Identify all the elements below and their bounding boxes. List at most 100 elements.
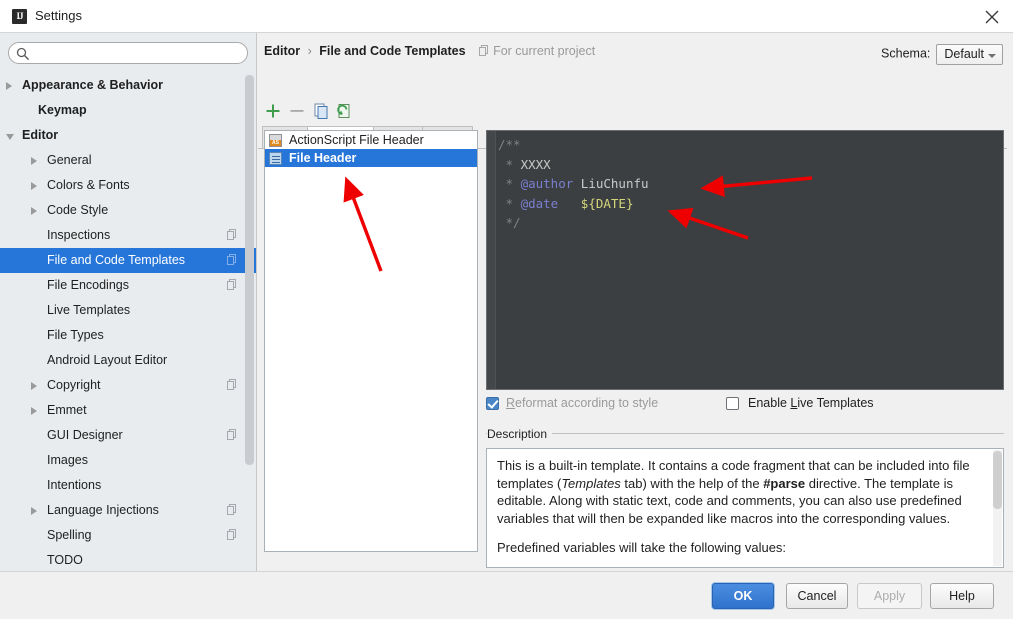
file-header-icon <box>269 152 282 165</box>
title-bar: IJ Settings <box>0 0 1013 33</box>
list-item[interactable]: File Header <box>265 149 477 167</box>
sidebar-item-label: General <box>47 153 92 167</box>
elt-rest: ive Templates <box>797 396 874 410</box>
editor-gutter <box>487 131 496 389</box>
reset-template-button[interactable] <box>333 99 357 123</box>
code-token: * <box>498 195 521 211</box>
chevron-right-icon[interactable] <box>31 157 37 165</box>
window-title: Settings <box>35 8 82 23</box>
chevron-right-icon[interactable] <box>31 382 37 390</box>
sidebar-item-copyright[interactable]: Copyright <box>0 373 256 398</box>
actionscript-file-icon: AS <box>269 134 282 147</box>
sidebar-item-code-style[interactable]: Code Style <box>0 198 256 223</box>
chevron-right-icon[interactable] <box>6 82 12 90</box>
code-token: ${DATE} <box>580 195 634 211</box>
sidebar-item-inspections[interactable]: Inspections <box>0 223 256 248</box>
description-title: Description <box>487 427 553 441</box>
code-line: * XXXX <box>498 155 999 175</box>
sidebar-item-android-layout-editor[interactable]: Android Layout Editor <box>0 348 256 373</box>
search-icon <box>16 47 30 64</box>
sidebar-item-appearance-behavior[interactable]: Appearance & Behavior <box>0 73 256 98</box>
description-paragraph: This is a built-in template. It contains… <box>497 458 970 526</box>
schema-dropdown[interactable]: Default <box>936 44 1003 65</box>
cancel-button[interactable]: Cancel <box>786 583 848 609</box>
sidebar-item-keymap[interactable]: Keymap <box>0 98 256 123</box>
sidebar-item-label: Emmet <box>47 403 87 417</box>
code-token: * <box>498 156 521 172</box>
sidebar-item-label: Colors & Fonts <box>47 178 130 192</box>
sidebar-item-file-encodings[interactable]: File Encodings <box>0 273 256 298</box>
template-code-editor[interactable]: /** * XXXX * @author LiuChunfu * @date $… <box>486 130 1004 390</box>
schema-label: Schema: <box>881 46 931 61</box>
sidebar-item-label: Code Style <box>47 203 109 217</box>
sidebar-item-language-injections[interactable]: Language Injections <box>0 498 256 523</box>
sidebar-item-label: Appearance & Behavior <box>22 78 164 92</box>
editor-options-row: Reformat according to style Enable Live … <box>486 395 1006 415</box>
breadcrumb-scope: For current project <box>479 44 595 58</box>
project-scope-icon <box>227 279 238 291</box>
sidebar-item-spelling[interactable]: Spelling <box>0 523 256 548</box>
breadcrumb-parent[interactable]: Editor <box>264 44 300 58</box>
close-icon[interactable] <box>977 4 1007 29</box>
copy-icon <box>314 103 328 119</box>
sidebar-item-editor[interactable]: Editor <box>0 123 256 148</box>
sidebar-item-file-types[interactable]: File Types <box>0 323 256 348</box>
schema-area: Schema: Default <box>881 44 1003 65</box>
ok-button[interactable]: OK <box>712 583 774 609</box>
sidebar-item-images[interactable]: Images <box>0 448 256 473</box>
description-box[interactable]: This is a built-in template. It contains… <box>486 448 1004 568</box>
breadcrumb-separator: › <box>307 44 312 58</box>
description-paragraph: Predefined variables will take the follo… <box>497 540 787 555</box>
sidebar-item-colors-fonts[interactable]: Colors & Fonts <box>0 173 256 198</box>
breadcrumb: Editor › File and Code Templates For cur… <box>264 44 595 58</box>
code-token: */ <box>498 215 521 230</box>
search-box[interactable] <box>8 42 248 64</box>
project-scope-icon <box>227 529 238 541</box>
copy-template-button[interactable] <box>309 99 333 123</box>
sidebar-item-label: Copyright <box>47 378 101 392</box>
dialog-button-bar: OK Cancel Apply Help <box>0 571 1013 619</box>
enable-live-templates-checkbox[interactable] <box>726 397 739 410</box>
project-scope-icon <box>227 379 238 391</box>
description-scrollbar-thumb[interactable] <box>993 451 1002 509</box>
sidebar-item-intentions[interactable]: Intentions <box>0 473 256 498</box>
reformat-checkbox <box>486 397 499 410</box>
sidebar-item-label: File Encodings <box>47 278 129 292</box>
elt-prefix: Enable <box>748 396 791 410</box>
breadcrumb-current: File and Code Templates <box>319 44 466 58</box>
sidebar-item-label: Inspections <box>47 228 111 242</box>
chevron-right-icon[interactable] <box>31 207 37 215</box>
chevron-right-icon[interactable] <box>31 407 37 415</box>
sidebar-item-gui-designer[interactable]: GUI Designer <box>0 423 256 448</box>
chevron-right-icon[interactable] <box>31 507 37 515</box>
code-token: @date <box>520 195 559 211</box>
sidebar-item-label: File and Code Templates <box>47 253 186 267</box>
code-token: XXXX <box>520 156 551 172</box>
settings-tree: Appearance & Behavior Keymap Editor General… <box>0 73 256 571</box>
sidebar-scrollbar-thumb[interactable] <box>245 75 254 465</box>
breadcrumb-scope-label: For current project <box>493 44 596 58</box>
project-scope-icon <box>227 254 238 266</box>
sidebar-item-general[interactable]: General <box>0 148 256 173</box>
chevron-right-icon[interactable] <box>31 182 37 190</box>
template-list[interactable]: AS ActionScript File Header File Header <box>264 130 478 552</box>
sidebar-item-file-and-code-templates[interactable]: File and Code Templates <box>0 248 256 273</box>
sidebar-item-label: Editor <box>22 128 59 142</box>
sidebar-item-live-templates[interactable]: Live Templates <box>0 298 256 323</box>
add-template-button[interactable] <box>261 99 285 123</box>
chevron-down-icon[interactable] <box>6 134 14 140</box>
sidebar-item-label: Keymap <box>38 103 87 117</box>
reformat-label: Reformat according to style <box>506 395 658 412</box>
apply-button: Apply <box>857 583 922 609</box>
chevron-down-icon <box>988 54 996 58</box>
search-input[interactable] <box>34 45 239 62</box>
template-code-text[interactable]: /** * XXXX * @author LiuChunfu * @date $… <box>498 135 999 233</box>
list-item[interactable]: AS ActionScript File Header <box>265 131 477 149</box>
sidebar-item-emmet[interactable]: Emmet <box>0 398 256 423</box>
sidebar-item-label: Live Templates <box>47 303 131 317</box>
help-button[interactable]: Help <box>930 583 994 609</box>
sidebar-item-todo[interactable]: TODO <box>0 548 256 571</box>
reformat-label-rest: eformat according to style <box>515 396 659 410</box>
enable-live-templates-label[interactable]: Enable Live Templates <box>748 395 874 412</box>
code-token: LiuChunfu <box>573 176 649 191</box>
